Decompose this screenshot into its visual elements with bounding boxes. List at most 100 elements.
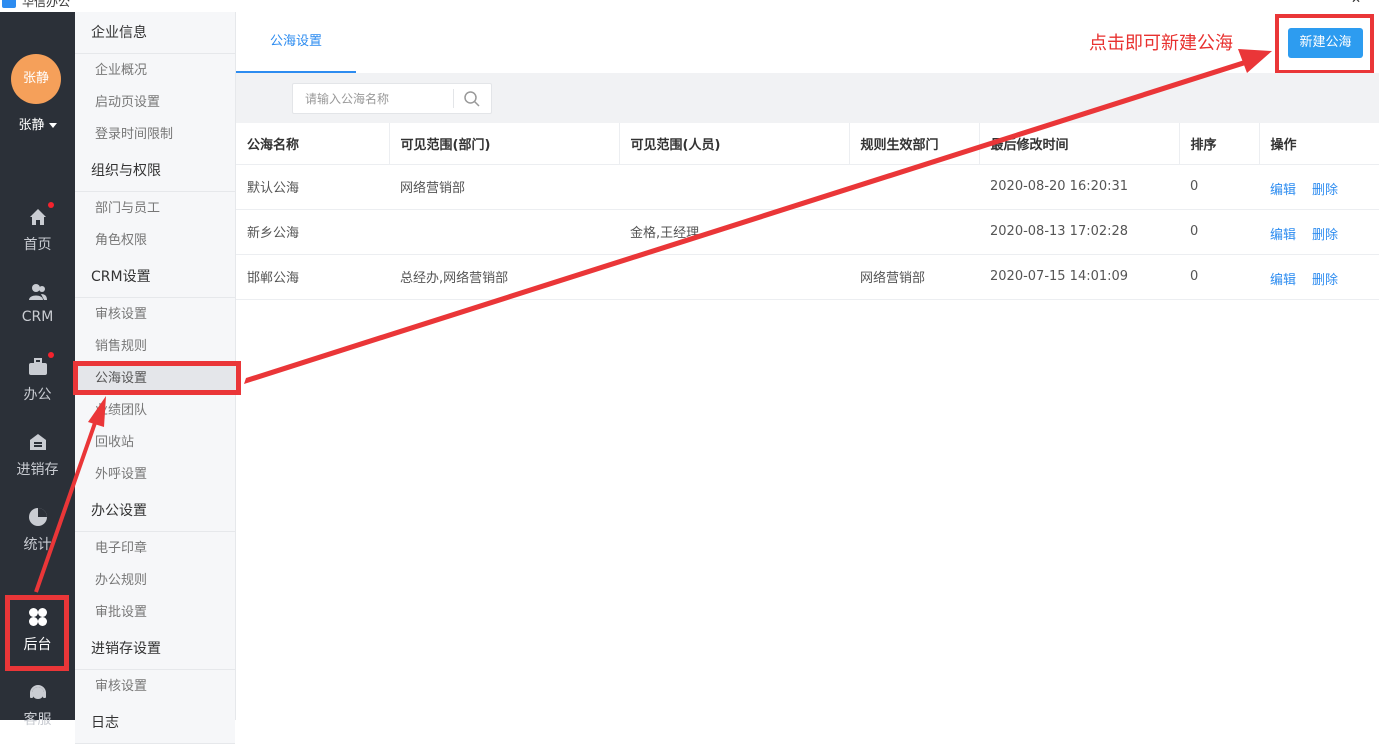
cell-people bbox=[619, 254, 849, 300]
notification-dot bbox=[47, 202, 54, 208]
edit-link[interactable]: 编辑 bbox=[1270, 179, 1296, 198]
nav-item-stats[interactable]: 统计 bbox=[0, 498, 75, 564]
delete-link[interactable]: 删除 bbox=[1312, 269, 1338, 288]
nav-item-inventory[interactable]: 进销存 bbox=[0, 423, 75, 489]
notification-dot bbox=[47, 352, 54, 358]
submenu-item[interactable]: 企业概况 bbox=[75, 56, 235, 86]
table-header-row: 公海名称 可见范围(部门) 可见范围(人员) 规则生效部门 最后修改时间 排序 … bbox=[236, 123, 1379, 165]
nav-item-home[interactable]: 首页 bbox=[0, 198, 75, 264]
public-pool-table: 公海名称 可见范围(部门) 可见范围(人员) 规则生效部门 最后修改时间 排序 … bbox=[236, 123, 1379, 300]
user-name: 张静 bbox=[18, 118, 45, 133]
nav-item-office[interactable]: 办公 bbox=[0, 348, 75, 414]
nav-item-support[interactable]: 客服 bbox=[0, 673, 75, 739]
avatar[interactable]: 张静 bbox=[11, 54, 61, 104]
title-bar: 华信办公 — ✕ bbox=[0, 0, 1379, 12]
search-box bbox=[292, 83, 492, 114]
cell-people bbox=[619, 164, 849, 210]
submenu-item[interactable]: 角色权限 bbox=[75, 226, 235, 256]
warehouse-icon bbox=[27, 431, 49, 453]
column-header: 可见范围(部门) bbox=[389, 123, 620, 165]
cell-modified: 2020-08-13 17:02:28 bbox=[979, 209, 1179, 255]
cell-dept: 总经办,网络营销部 bbox=[389, 254, 619, 300]
minimize-button[interactable]: — bbox=[1302, 0, 1314, 6]
cell-order: 0 bbox=[1179, 209, 1259, 255]
cell-order: 0 bbox=[1179, 254, 1259, 300]
submenu-item[interactable]: 外呼设置 bbox=[75, 460, 235, 490]
submenu-item[interactable]: 业绩团队 bbox=[75, 396, 235, 426]
column-header: 可见范围(人员) bbox=[619, 123, 850, 165]
cell-rule-dept: 网络营销部 bbox=[849, 254, 979, 300]
app-icon bbox=[2, 0, 16, 8]
annotation-text: 点击即可新建公海 bbox=[1089, 33, 1233, 54]
home-icon bbox=[27, 202, 54, 228]
submenu-group-title: CRM设置 bbox=[75, 256, 235, 298]
main-content: 公海设置 点击即可新建公海 新建公海 公海名称 可见范围(部门) 可见范围(人员… bbox=[236, 12, 1379, 720]
cell-actions: 编辑 删除 bbox=[1259, 209, 1379, 255]
submenu-item[interactable]: 办公规则 bbox=[75, 566, 235, 596]
highlight-box bbox=[1275, 14, 1374, 74]
cell-order: 0 bbox=[1179, 164, 1259, 210]
cell-people: 金格,王经理 bbox=[619, 209, 849, 255]
cell-actions: 编辑 删除 bbox=[1259, 254, 1379, 300]
cell-dept: 网络营销部 bbox=[389, 164, 619, 210]
cell-rule-dept bbox=[849, 164, 979, 210]
cell-name: 新乡公海 bbox=[236, 209, 389, 255]
column-header: 规则生效部门 bbox=[849, 123, 980, 165]
nav-label: 客服 bbox=[23, 712, 52, 728]
tab-bar: 公海设置 点击即可新建公海 新建公海 bbox=[236, 12, 1379, 74]
filter-toolbar bbox=[236, 73, 1379, 123]
cell-dept bbox=[389, 209, 619, 255]
column-header: 最后修改时间 bbox=[979, 123, 1180, 165]
headset-icon bbox=[27, 681, 49, 703]
nav-label: 进销存 bbox=[16, 462, 59, 478]
cell-name: 邯郸公海 bbox=[236, 254, 389, 300]
edit-link[interactable]: 编辑 bbox=[1270, 224, 1296, 243]
column-header: 公海名称 bbox=[236, 123, 390, 165]
highlight-box-submenu bbox=[73, 361, 241, 395]
submenu-group-title: 进销存设置 bbox=[75, 628, 235, 670]
submenu-group-title: 企业信息 bbox=[75, 12, 235, 54]
column-header: 操作 bbox=[1259, 123, 1379, 165]
submenu-item[interactable]: 回收站 bbox=[75, 428, 235, 458]
table-row: 邯郸公海 总经办,网络营销部 网络营销部 2020-07-15 14:01:09… bbox=[236, 254, 1379, 300]
table-row: 默认公海 网络营销部 2020-08-20 16:20:31 0 编辑 删除 bbox=[236, 164, 1379, 210]
cell-modified: 2020-08-20 16:20:31 bbox=[979, 164, 1179, 210]
submenu-item[interactable]: 电子印章 bbox=[75, 534, 235, 564]
briefcase-icon bbox=[27, 352, 54, 378]
cell-name: 默认公海 bbox=[236, 164, 389, 210]
delete-link[interactable]: 删除 bbox=[1312, 224, 1338, 243]
nav-label: 办公 bbox=[23, 387, 52, 403]
app-title: 华信办公 bbox=[22, 0, 71, 9]
column-header: 排序 bbox=[1179, 123, 1260, 165]
submenu-item[interactable]: 销售规则 bbox=[75, 332, 235, 362]
submenu-group-title: 组织与权限 bbox=[75, 150, 235, 192]
cell-rule-dept bbox=[849, 209, 979, 255]
user-menu[interactable]: 张静 bbox=[0, 114, 75, 133]
tab-public-pool-settings[interactable]: 公海设置 bbox=[236, 12, 356, 73]
highlight-box-admin bbox=[5, 595, 69, 671]
users-icon bbox=[27, 281, 49, 303]
search-input[interactable] bbox=[293, 84, 453, 113]
submenu-item[interactable]: 部门与员工 bbox=[75, 194, 235, 224]
submenu-group-title: 办公设置 bbox=[75, 490, 235, 532]
submenu-item[interactable]: 审批设置 bbox=[75, 598, 235, 628]
submenu-group-title: 日志 bbox=[75, 702, 235, 744]
cell-modified: 2020-07-15 14:01:09 bbox=[979, 254, 1179, 300]
submenu-item[interactable]: 登录时间限制 bbox=[75, 120, 235, 150]
submenu-item[interactable]: 审核设置 bbox=[75, 300, 235, 330]
search-icon[interactable] bbox=[463, 90, 481, 108]
edit-link[interactable]: 编辑 bbox=[1270, 269, 1296, 288]
table-row: 新乡公海 金格,王经理 2020-08-13 17:02:28 0 编辑 删除 bbox=[236, 209, 1379, 255]
pie-chart-icon bbox=[27, 506, 49, 528]
close-button[interactable]: ✕ bbox=[1351, 0, 1361, 6]
nav-item-crm[interactable]: CRM bbox=[0, 273, 75, 339]
divider bbox=[453, 89, 454, 108]
nav-label: 首页 bbox=[23, 237, 52, 253]
nav-label: 统计 bbox=[23, 537, 52, 553]
submenu-item[interactable]: 审核设置 bbox=[75, 672, 235, 702]
caret-down-icon bbox=[48, 123, 57, 128]
nav-label: CRM bbox=[21, 309, 54, 325]
cell-actions: 编辑 删除 bbox=[1259, 164, 1379, 210]
submenu-item[interactable]: 启动页设置 bbox=[75, 88, 235, 118]
delete-link[interactable]: 删除 bbox=[1312, 179, 1338, 198]
